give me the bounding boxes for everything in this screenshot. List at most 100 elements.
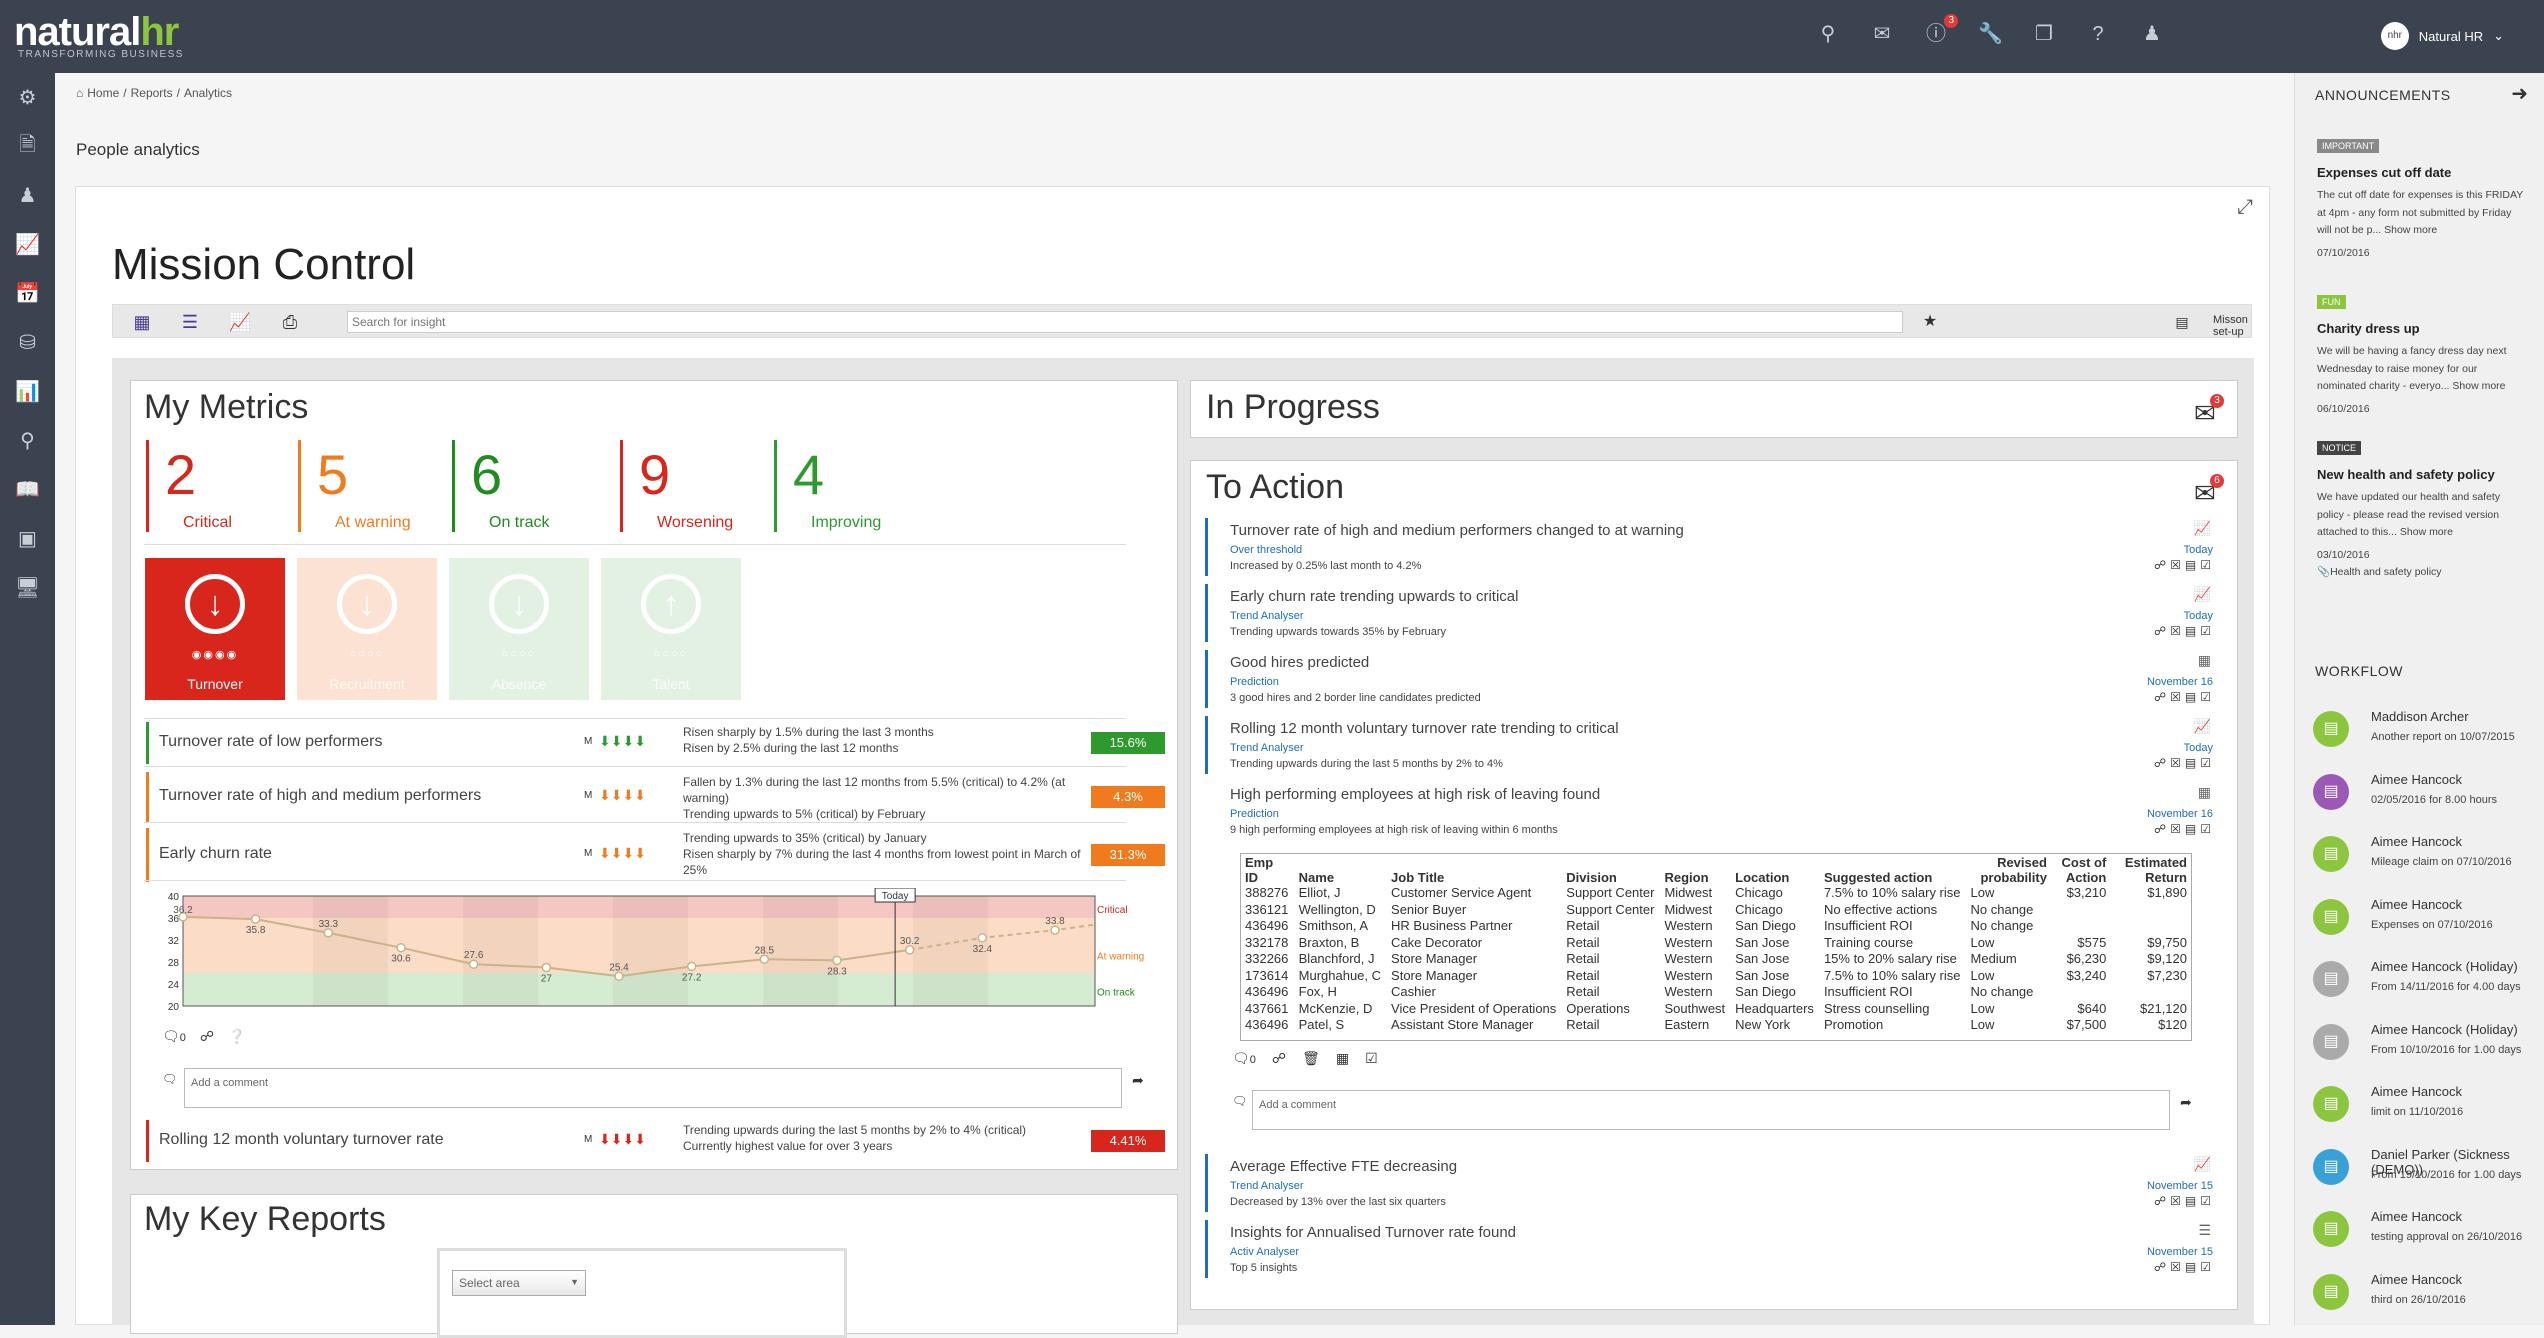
search-icon[interactable]: ⚲ [1816,22,1840,46]
metric-critical[interactable]: 2 Critical [146,440,296,532]
mail-icon[interactable]: ✉ [1870,22,1894,46]
print-icon[interactable]: ⎙ [273,309,307,335]
document-icon[interactable]: 🗎 [0,122,55,171]
tile-recruitment[interactable]: ↓ ○○○○ Recruitment [297,558,437,700]
action-item-actions[interactable]: ☍☒▤☑ [2154,690,2215,704]
breadcrumb-reports[interactable]: Reports [131,86,173,100]
action-item[interactable]: Insights for Annualised Turnover rate fo… [1205,1220,2227,1278]
action-item-title[interactable]: Good hires predicted [1230,654,1369,671]
table-row[interactable]: 173614 Murghahue, C Store Manager Retail Wes… [1240,968,2192,985]
arrow-right-icon[interactable]: ➜ [2511,81,2528,106]
monitor-icon[interactable]: 🖥 [0,563,55,612]
action-item-source[interactable]: Activ Analyser [1230,1246,1299,1258]
table-row[interactable]: 436496 Fox, H Cashier Retail Western San Dieg… [1240,984,2192,1001]
post-icon[interactable]: ➦ [1132,1072,1144,1089]
metric-on-track[interactable]: 6 On track [452,440,602,532]
help-icon[interactable]: ❔ [228,1028,245,1045]
users-icon[interactable]: ♟ [2140,22,2164,46]
calendar-icon[interactable]: 📅 [0,269,55,318]
table-row[interactable]: 332266 Blanchford, J Store Manager Retail We… [1240,951,2192,968]
money-icon[interactable]: ▣ [0,514,55,563]
info-icon[interactable]: ⓘ 3 [1924,14,1958,46]
breadcrumb-home[interactable]: Home [87,86,119,100]
share-icon[interactable]: ☍ [200,1028,214,1045]
envelope-icon[interactable]: ✉ 6 [2194,474,2224,509]
action-item-actions[interactable]: ☍☒▤☑ [2154,756,2215,770]
data-point[interactable] [250,914,261,924]
people-icon[interactable]: ♟ [0,171,55,220]
book-icon[interactable]: 📖 [0,465,55,514]
data-point[interactable] [323,928,334,938]
metric-improving[interactable]: 4 Improving [774,440,924,532]
action-item-source[interactable]: Trend Analyser [1230,1180,1304,1192]
action-item[interactable]: High performing employees at high risk o… [1205,782,2227,840]
action-item-actions[interactable]: ☍☒▤☑ [2154,822,2215,836]
data-point[interactable] [832,955,842,966]
copy-icon[interactable]: ❐ [2032,22,2056,46]
workflow-item[interactable]: ▤ Aimee Hancock Mileage claim on 07/10/201… [2313,832,2543,892]
action-item-actions[interactable]: ☍☒▤☑ [2154,558,2215,572]
data-point[interactable] [468,959,479,969]
star-icon[interactable]: ★ [1913,309,1947,335]
expand-icon[interactable]: ⤢ [2237,196,2253,219]
chat-icon[interactable]: 🗨0 [1232,1050,1256,1067]
help-icon[interactable]: ? [2086,22,2110,46]
settings-icon[interactable]: ⚙ [0,73,55,122]
chart-view-icon[interactable]: 📈 [223,309,257,335]
workflow-item[interactable]: ▤ Aimee Hancock testing approval on 26/10/… [2313,1207,2543,1267]
post-icon[interactable]: ➦ [2180,1094,2192,1111]
data-point[interactable] [541,962,552,973]
action-item-source[interactable]: Prediction [1230,808,1279,820]
table-row[interactable]: 388276 Elliot, J Customer Service Agent Sup… [1240,885,2192,902]
action-item-title[interactable]: Insights for Annualised Turnover rate fo… [1230,1224,1516,1241]
announcement-title[interactable]: Expenses cut off date [2317,165,2451,180]
list-view-icon[interactable]: ☰ [173,309,207,335]
tile-absence[interactable]: ↓ ○○○○ Absence [449,558,589,700]
workflow-item[interactable]: ▤ Aimee Hancock third on 26/10/2016 [2313,1270,2543,1330]
table-row[interactable]: 437661 McKenzie, D Vice President of Opera… [1240,1001,2192,1018]
action-item-title[interactable]: High performing employees at high risk o… [1230,786,1600,803]
action-item[interactable]: Good hires predicted Prediction 3 good hir… [1205,650,2227,708]
search-input[interactable] [347,311,1903,333]
metric-row[interactable]: Early churn rate M ⬇⬇⬇⬇ Trending upwards to… [146,828,1165,882]
workflow-item[interactable]: ▤ Aimee Hancock (Holiday) From 10/10/2016 … [2313,1020,2543,1080]
check-icon[interactable]: ☑ [1365,1050,1378,1067]
action-item-actions[interactable]: ☍☒▤☑ [2154,1260,2215,1274]
action-item-source[interactable]: Prediction [1230,676,1279,688]
announcement-title[interactable]: New health and safety policy [2317,467,2495,482]
analytics-icon[interactable]: 📈 [0,220,55,269]
workflow-item[interactable]: ▤ Daniel Parker (Sickness (DEMO)) From 19/… [2313,1145,2543,1205]
data-point[interactable] [614,971,624,982]
share-icon[interactable]: ☍ [1272,1050,1286,1067]
workflow-item[interactable]: ▤ Maddison Archer Another report on 10/07/… [2313,707,2543,767]
comment-input[interactable]: Add a comment [184,1068,1122,1108]
data-point[interactable] [686,961,697,972]
delete-icon[interactable]: 🗑 [1302,1050,1320,1067]
card-icon[interactable]: ▤ [2165,309,2199,335]
metric-row[interactable]: Rolling 12 month voluntary turnover rate… [146,1120,1165,1162]
mission-setup-button[interactable]: Misson set-up [2213,314,2251,338]
data-point[interactable] [977,933,988,943]
workflow-item[interactable]: ▤ Aimee Hancock (Holiday) From 14/11/2016 … [2313,957,2543,1017]
metric-worsening[interactable]: 9 Worsening [620,440,770,532]
action-item-source[interactable]: Trend Analyser [1230,610,1304,622]
table-row[interactable]: 436496 Smithson, A HR Business Partner Reta… [1240,918,2192,935]
table-row[interactable]: 436496 Patel, S Assistant Store Manager Ret… [1240,1017,2192,1034]
database-icon[interactable]: ⛁ [0,318,55,367]
tile-talent[interactable]: ↑ ○○○○ Talent [601,558,741,700]
announcement-title[interactable]: Charity dress up [2317,321,2420,336]
action-item-actions[interactable]: ☍☒▤☑ [2154,624,2215,638]
home-icon[interactable]: ⌂ [76,86,83,100]
comment-input[interactable]: Add a comment [1252,1090,2170,1130]
metric-at-warning[interactable]: 5 At warning [298,440,448,532]
attachment-link[interactable]: 📎Health and safety policy [2317,565,2442,578]
calendar-icon[interactable]: ▦ [1336,1050,1349,1067]
data-point[interactable] [904,945,915,955]
action-item-source[interactable]: Over threshold [1230,544,1302,556]
action-item-title[interactable]: Turnover rate of high and medium perform… [1230,522,1684,539]
select-area-dropdown[interactable]: Select area ▼ [452,1270,586,1296]
data-point[interactable] [396,942,406,953]
data-point[interactable] [1050,925,1060,935]
envelope-icon[interactable]: ✉ 3 [2194,394,2224,429]
wrench-icon[interactable]: 🔧 [1978,22,2003,46]
